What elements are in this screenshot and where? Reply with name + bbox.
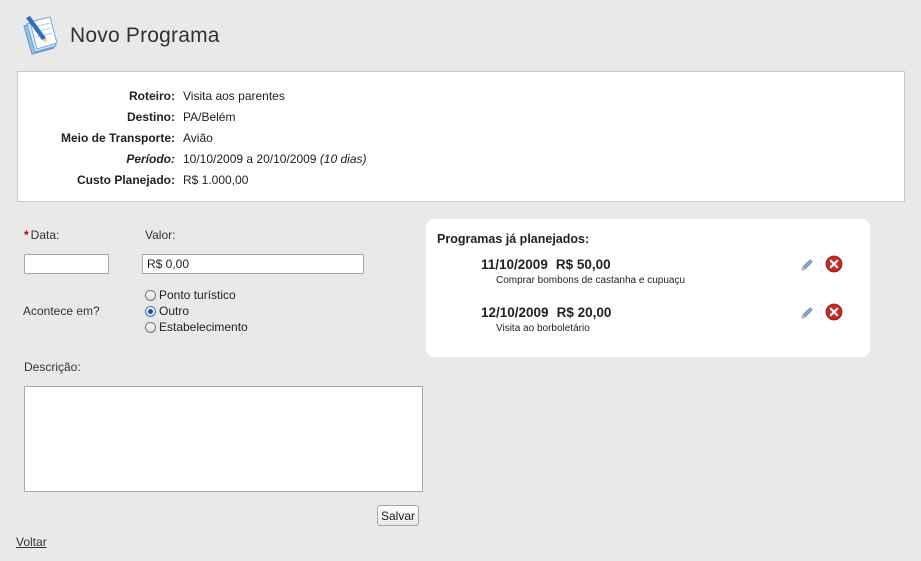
custo-label: Custo Planejado: xyxy=(76,173,175,187)
destino-value: PA/Belém xyxy=(183,110,236,124)
delete-x-icon[interactable] xyxy=(825,303,843,321)
page-header: Novo Programa xyxy=(20,14,220,58)
periodo-value: 10/10/2009 a 20/10/2009 (10 dias) xyxy=(183,149,367,169)
pencil-icon[interactable] xyxy=(799,257,815,273)
data-label-text: Data: xyxy=(30,228,60,242)
info-row-custo: Custo Planejado: R$ 1.000,00 xyxy=(18,170,904,190)
info-row-transporte: Meio de Transporte: Avião xyxy=(18,128,904,148)
list-item: 12/10/2009 R$ 20,00 Visita ao borboletári… xyxy=(426,303,870,345)
program-heading: 12/10/2009 R$ 20,00 xyxy=(481,305,611,320)
valor-label: Valor: xyxy=(145,228,176,242)
descricao-label: Descrição: xyxy=(24,360,81,374)
radio-button-checked[interactable] xyxy=(145,305,156,317)
radio-outro[interactable]: Outro xyxy=(145,303,189,319)
delete-x-icon[interactable] xyxy=(825,255,843,273)
radio-ponto-turistico[interactable]: Ponto turístico xyxy=(145,287,236,303)
periodo-duration: (10 dias) xyxy=(319,152,367,166)
program-amount: R$ 20,00 xyxy=(556,305,612,320)
program-date: 11/10/2009 xyxy=(481,257,548,272)
radio-label: Estabelecimento xyxy=(159,320,248,334)
planned-programs-panel: Programas já planejados: 11/10/2009 R$ 50… xyxy=(426,219,870,357)
custo-value: R$ 1.000,00 xyxy=(183,173,249,187)
roteiro-value: Visita aos parentes xyxy=(183,89,285,103)
descricao-textarea[interactable] xyxy=(24,386,423,492)
transporte-value: Avião xyxy=(183,131,213,145)
required-mark: * xyxy=(24,228,29,242)
radio-label: Ponto turístico xyxy=(159,288,236,302)
roteiro-label: Roteiro: xyxy=(129,89,175,103)
list-item: 11/10/2009 R$ 50,00 Comprar bombons de ca… xyxy=(426,255,870,297)
program-amount: R$ 50,00 xyxy=(555,257,611,272)
radio-estabelecimento[interactable]: Estabelecimento xyxy=(145,319,248,335)
info-row-periodo: Período: 10/10/2009 a 20/10/2009 (10 dia… xyxy=(18,149,904,169)
data-label: * Data: xyxy=(24,228,59,242)
pencil-icon[interactable] xyxy=(799,305,815,321)
info-row-roteiro: Roteiro: Visita aos parentes xyxy=(18,86,904,106)
acontece-label: Acontece em? xyxy=(23,304,100,318)
radio-button[interactable] xyxy=(145,321,156,333)
program-description: Visita ao borboletário xyxy=(496,323,590,334)
notebook-pencil-icon xyxy=(23,16,58,55)
radio-label: Outro xyxy=(159,304,190,318)
periodo-label: Período: xyxy=(126,152,175,166)
data-input[interactable] xyxy=(24,254,109,274)
panel-title: Programas já planejados: xyxy=(437,232,590,246)
program-date: 12/10/2009 xyxy=(481,305,549,320)
info-row-destino: Destino: PA/Belém xyxy=(18,107,904,127)
back-link[interactable]: Voltar xyxy=(16,535,47,549)
page-title: Novo Programa xyxy=(70,24,220,47)
trip-info-box: Roteiro: Visita aos parentes Destino: PA… xyxy=(17,71,905,202)
valor-input[interactable]: R$ 0,00 xyxy=(142,254,364,274)
transporte-label: Meio de Transporte: xyxy=(60,131,175,145)
save-button[interactable]: Salvar xyxy=(377,505,419,526)
program-description: Comprar bombons de castanha e cupuaçu xyxy=(496,275,686,286)
radio-button[interactable] xyxy=(145,289,156,301)
program-heading: 11/10/2009 R$ 50,00 xyxy=(481,257,611,272)
destino-label: Destino: xyxy=(127,110,175,124)
periodo-dates: 10/10/2009 a 20/10/2009 xyxy=(183,152,317,166)
